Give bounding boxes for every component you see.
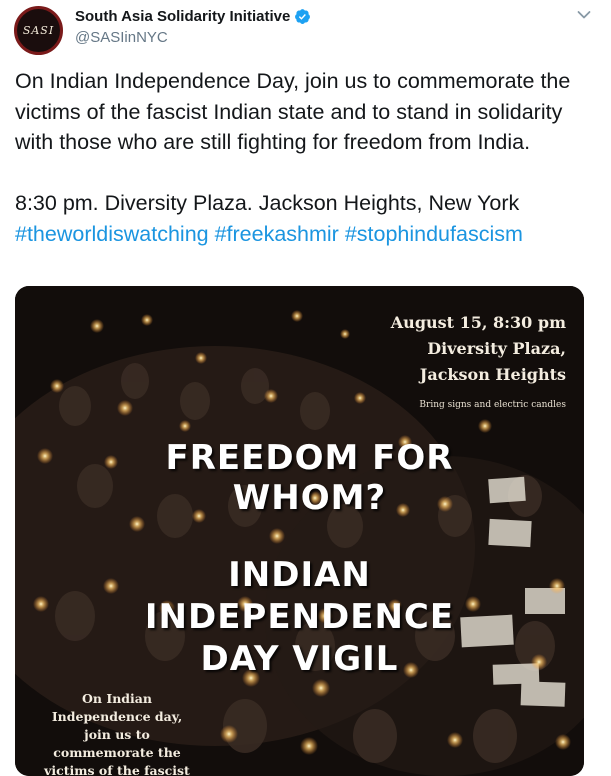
headline-line: DAY VIGIL bbox=[200, 639, 399, 679]
poster-area: Jackson Heights bbox=[419, 365, 566, 384]
tweet-hashtags[interactable]: #theworldiswatching #freekashmir #stophi… bbox=[15, 219, 595, 250]
poster-headline-vigil: INDIAN INDEPENDENCE DAY VIGIL bbox=[15, 554, 584, 680]
avatar-logo-text: SASI bbox=[22, 24, 55, 37]
poster-headline-freedom: FREEDOM FOR WHOM? bbox=[15, 438, 584, 518]
headline-line: INDIAN bbox=[228, 555, 371, 595]
verified-badge-icon bbox=[295, 9, 311, 24]
display-name[interactable]: South Asia Solidarity Initiative bbox=[75, 8, 290, 25]
tweet-image[interactable]: August 15, 8:30 pm Diversity Plaza, Jack… bbox=[15, 286, 584, 776]
headline-line: FREEDOM FOR bbox=[165, 438, 454, 478]
avatar[interactable]: SASI bbox=[14, 6, 63, 55]
account-handle[interactable]: @SASIinNYC bbox=[75, 29, 168, 46]
poster-date-time: August 15, 8:30 pm bbox=[390, 313, 566, 332]
headline-line: WHOM? bbox=[232, 478, 387, 518]
poster-caption: On Indian Independence day, join us to c… bbox=[44, 691, 190, 776]
chevron-down-icon[interactable] bbox=[577, 10, 591, 20]
name-row: South Asia Solidarity Initiative bbox=[75, 8, 311, 25]
tweet-paragraph: On Indian Independence Day, join us to c… bbox=[15, 69, 571, 154]
headline-line: INDEPENDENCE bbox=[144, 597, 455, 637]
poster-note: Bring signs and electric candles bbox=[419, 400, 566, 410]
tweet-event-details: 8:30 pm. Diversity Plaza. Jackson Height… bbox=[15, 191, 520, 215]
poster-venue: Diversity Plaza, bbox=[427, 339, 566, 358]
tweet-text: On Indian Independence Day, join us to c… bbox=[15, 66, 595, 249]
tweet-header: SASI South Asia Solidarity Initiative @S… bbox=[0, 0, 611, 60]
poster-event-info: August 15, 8:30 pm Diversity Plaza, Jack… bbox=[391, 310, 566, 410]
